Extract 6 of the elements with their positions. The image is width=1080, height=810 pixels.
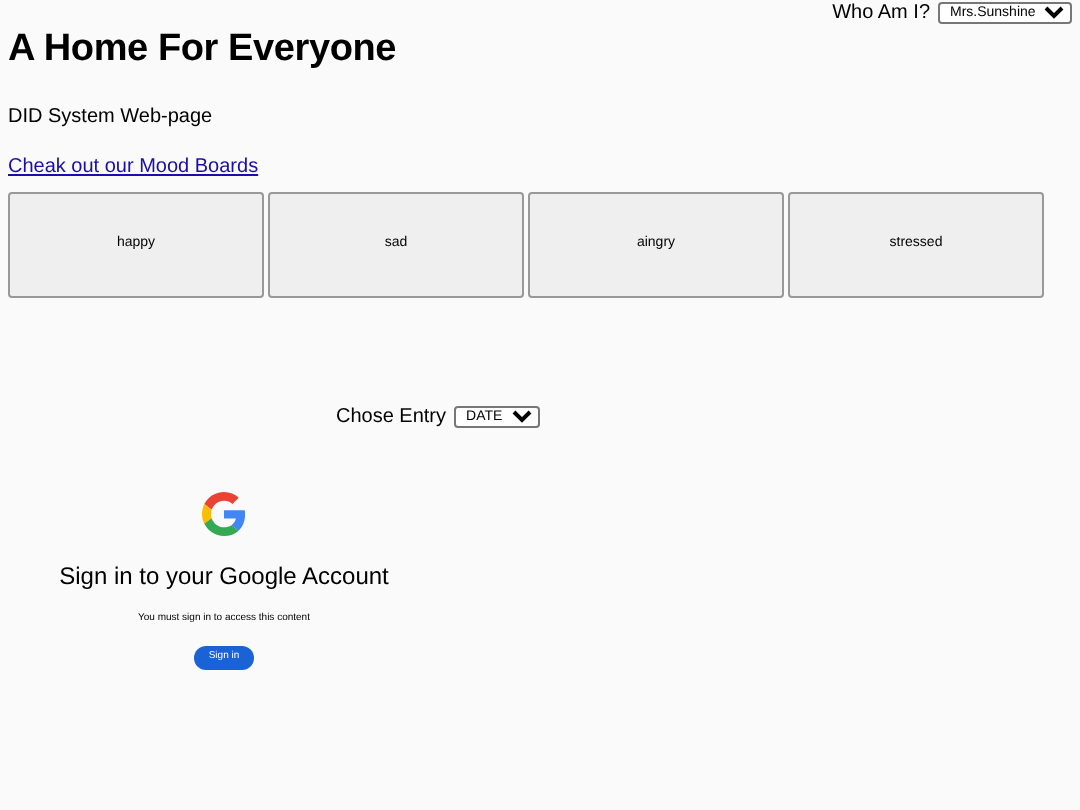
signin-title: Sign in to your Google Account xyxy=(59,559,389,594)
mood-boards-link[interactable]: Cheak out our Mood Boards xyxy=(8,155,259,178)
entry-label: Chose Entry xyxy=(335,403,447,432)
who-am-i-label: Who Am I? xyxy=(832,0,930,28)
subtitle: DID System Web-page xyxy=(8,103,215,132)
page-title: A Home For Everyone xyxy=(8,28,398,74)
